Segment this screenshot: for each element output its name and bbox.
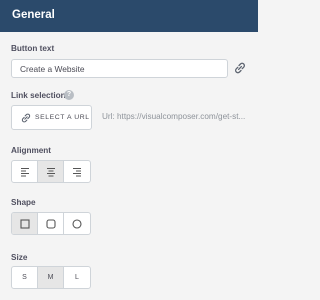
- button-text-input[interactable]: Create a Website: [11, 59, 228, 78]
- size-label: Size: [11, 253, 28, 262]
- size-m-label: M: [47, 274, 54, 281]
- align-center-button[interactable]: [38, 161, 64, 182]
- select-url-label: SELECT A URL: [35, 114, 90, 121]
- link-selection-label: Link selection: [11, 91, 66, 100]
- shape-square-button[interactable]: [12, 213, 38, 234]
- alignment-control: [11, 160, 91, 183]
- select-url-button[interactable]: SELECT A URL: [11, 105, 92, 130]
- size-control: S M L: [11, 266, 91, 289]
- link-icon: [21, 113, 31, 123]
- align-right-icon: [73, 167, 81, 176]
- square-shape-icon: [19, 218, 30, 229]
- align-left-icon: [20, 167, 29, 176]
- panel-header: General: [0, 0, 258, 32]
- align-center-icon: [46, 167, 55, 176]
- shape-rounded-button[interactable]: [38, 213, 64, 234]
- size-s-label: S: [22, 274, 27, 281]
- alignment-label: Alignment: [11, 146, 52, 155]
- help-icon[interactable]: ?: [64, 90, 74, 100]
- link-icon[interactable]: [234, 62, 246, 74]
- align-right-button[interactable]: [64, 161, 90, 182]
- round-shape-icon: [72, 218, 82, 229]
- size-l-label: L: [75, 274, 79, 281]
- url-text: Url: https://visualcomposer.com/get-st..…: [102, 112, 246, 121]
- panel-title: General: [12, 9, 55, 21]
- rounded-shape-icon: [45, 218, 56, 229]
- size-s-button[interactable]: S: [12, 267, 38, 288]
- shape-label: Shape: [11, 198, 36, 207]
- shape-control: [11, 212, 91, 235]
- align-left-button[interactable]: [12, 161, 38, 182]
- size-m-button[interactable]: M: [38, 267, 64, 288]
- size-l-button[interactable]: L: [64, 267, 90, 288]
- shape-round-button[interactable]: [64, 213, 90, 234]
- button-text-label: Button text: [11, 44, 55, 53]
